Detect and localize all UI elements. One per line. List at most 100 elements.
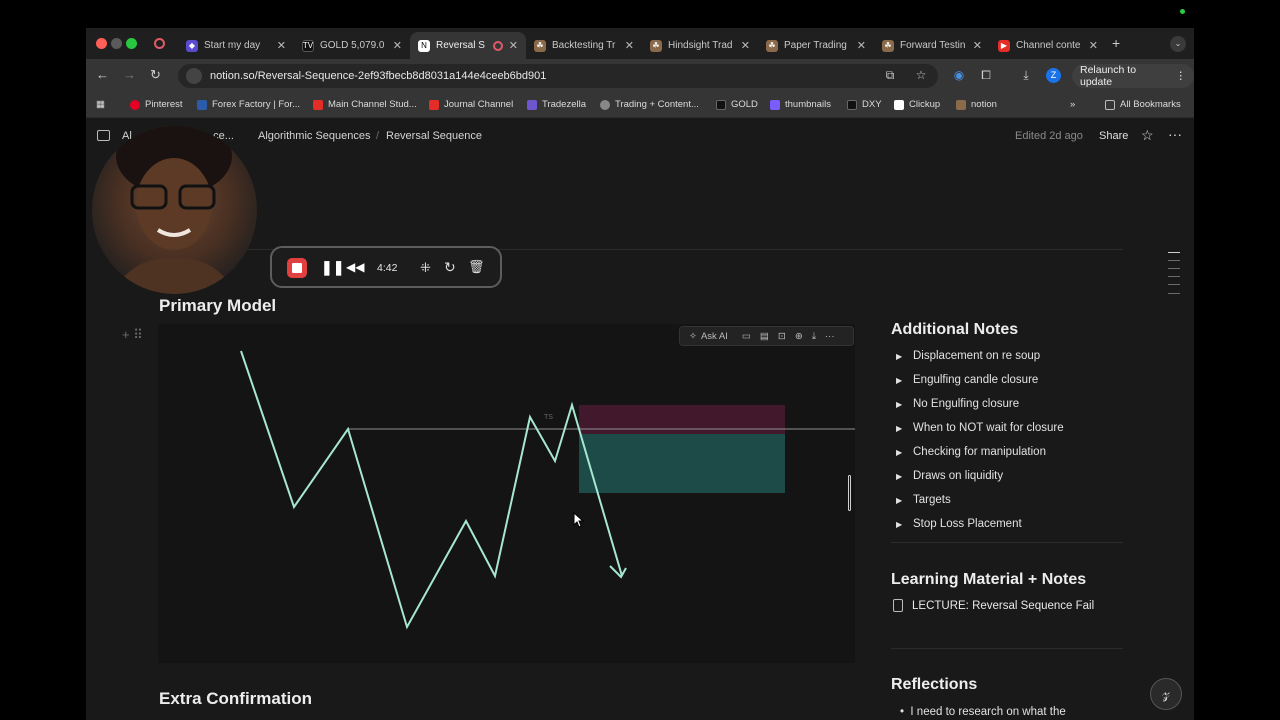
notion-ai-button[interactable]: 𝓏 (1150, 678, 1182, 710)
image-resize-handle[interactable] (848, 475, 851, 511)
toggle-triangle-icon[interactable]: ▶ (896, 472, 904, 481)
bookmark-thumbnails[interactable]: thumbnails (770, 99, 831, 110)
delete-icon[interactable]: 🗑 (468, 259, 485, 275)
toggle-label: No Engulfing closure (913, 398, 1020, 410)
ask-ai-button[interactable]: Ask AI (701, 331, 728, 342)
toc-marker[interactable] (1168, 276, 1180, 277)
toggle-triangle-icon[interactable]: ▶ (896, 496, 904, 505)
comment-icon[interactable]: ▭ (742, 331, 751, 342)
reversal-diagram-image[interactable]: TS (158, 324, 855, 663)
bookmark-trading-content[interactable]: Trading + Content... (600, 99, 699, 110)
download-icon[interactable]: ⤓ (812, 331, 816, 342)
all-bookmarks-button[interactable]: All Bookmarks (1105, 99, 1181, 110)
tab-reversal-sequence[interactable]: N Reversal S ✕ (410, 32, 526, 59)
youtube-icon (429, 99, 439, 110)
webcam-overlay[interactable] (92, 126, 257, 294)
install-app-icon[interactable]: ⧉ (883, 68, 897, 82)
bookmark-main-channel[interactable]: Main Channel Stud... (313, 99, 417, 110)
toggle-item[interactable]: ▶ Targets (896, 494, 951, 506)
toc-marker[interactable] (1168, 260, 1180, 261)
block-handle[interactable]: + ⠿ (122, 327, 143, 343)
close-tab-icon[interactable]: ✕ (973, 39, 982, 52)
caption-icon[interactable]: ▤ (760, 331, 769, 342)
maximize-window-button[interactable] (126, 38, 137, 49)
toggle-item[interactable]: ▶ Engulfing candle closure (896, 374, 1038, 386)
more-options-icon[interactable]: ··· (1168, 126, 1182, 142)
minimize-window-button[interactable] (111, 38, 122, 49)
close-window-button[interactable] (96, 38, 107, 49)
toggle-triangle-icon[interactable]: ▶ (896, 400, 904, 409)
close-tab-icon[interactable]: ✕ (625, 39, 634, 52)
tab-hindsight-trading[interactable]: ☘ Hindsight Trad ✕ (642, 32, 758, 59)
reflection-bullet[interactable]: • I need to research on what the (900, 706, 1066, 718)
toggle-item[interactable]: ▶ No Engulfing closure (896, 398, 1019, 410)
toggle-item[interactable]: ▶ Stop Loss Placement (896, 518, 1022, 530)
new-tab-button[interactable]: + (1112, 35, 1120, 51)
tab-backtesting[interactable]: ☘ Backtesting Tr ✕ (526, 32, 642, 59)
tab-search-icon[interactable]: ⌄ (1170, 36, 1186, 52)
bookmark-dxy[interactable]: DXY (847, 99, 882, 110)
bookmark-tradezella[interactable]: Tradezella (527, 99, 586, 110)
bookmark-gold[interactable]: GOLD (716, 99, 758, 110)
close-tab-icon[interactable]: ✕ (509, 39, 518, 52)
mouse-cursor-icon (573, 512, 585, 528)
toc-marker[interactable] (1168, 252, 1180, 253)
address-bar[interactable]: notion.so/Reversal-Sequence-2ef93fbecb8d… (178, 64, 938, 88)
stop-recording-button[interactable] (287, 258, 307, 278)
pause-icon[interactable]: ❚❚ (321, 259, 344, 276)
tab-gold[interactable]: TV GOLD 5,079.0 ✕ (294, 32, 410, 59)
extension-icon[interactable]: ◉ (952, 68, 966, 82)
toggle-item[interactable]: ▶ Displacement on re soup (896, 350, 1040, 362)
reload-icon[interactable]: ↻ (150, 67, 161, 83)
toggle-triangle-icon[interactable]: ▶ (896, 376, 904, 385)
zoom-icon[interactable]: ⊕ (795, 331, 803, 342)
toc-marker[interactable] (1168, 284, 1180, 285)
toggle-triangle-icon[interactable]: ▶ (896, 448, 904, 457)
bookmark-journal-channel[interactable]: Journal Channel (429, 99, 513, 110)
share-button[interactable]: Share (1099, 130, 1128, 142)
breadcrumb-reversal-sequence[interactable]: Reversal Sequence (386, 130, 482, 142)
close-tab-icon[interactable]: ✕ (393, 39, 402, 52)
favorite-star-icon[interactable]: ☆ (1141, 127, 1154, 144)
breadcrumb-algorithmic-sequences[interactable]: Algorithmic Sequences (258, 130, 371, 142)
more-icon[interactable]: ··· (825, 331, 835, 342)
bookmarks-overflow-icon[interactable]: » (1070, 99, 1075, 110)
toggle-item[interactable]: ▶ Checking for manipulation (896, 446, 1046, 458)
restart-icon[interactable]: ↻ (444, 259, 456, 276)
ask-ai-icon[interactable]: ✧ (689, 331, 697, 342)
relaunch-button[interactable]: Relaunch to update ⋮ (1072, 64, 1194, 88)
close-tab-icon[interactable]: ✕ (741, 39, 750, 52)
sidebar-toggle-icon[interactable] (97, 130, 110, 141)
profile-avatar[interactable]: Z (1046, 68, 1061, 83)
tab-paper-trading[interactable]: ☘ Paper Trading ✕ (758, 32, 874, 59)
forward-icon[interactable]: → (123, 67, 136, 82)
rewind-icon[interactable]: ◀◀ (346, 260, 364, 274)
grid-icon[interactable]: ⁜ (420, 260, 431, 276)
back-icon[interactable]: ← (96, 67, 109, 82)
close-tab-icon[interactable]: ✕ (1089, 39, 1098, 52)
toc-marker[interactable] (1168, 268, 1180, 269)
bookmark-pinterest[interactable]: Pinterest (130, 99, 183, 110)
bookmark-star-icon[interactable]: ☆ (914, 68, 928, 82)
bookmark-notion[interactable]: notion (956, 99, 997, 110)
toggle-label: Targets (913, 494, 951, 506)
crop-icon[interactable]: ⊡ (778, 331, 786, 342)
tab-forward-testing[interactable]: ☘ Forward Testin ✕ (874, 32, 990, 59)
extensions-puzzle-icon[interactable]: ⧠ (979, 68, 993, 82)
toggle-triangle-icon[interactable]: ▶ (896, 520, 904, 529)
toggle-triangle-icon[interactable]: ▶ (896, 352, 904, 361)
site-info-icon[interactable] (186, 68, 202, 84)
close-tab-icon[interactable]: ✕ (857, 39, 866, 52)
tab-start-my-day[interactable]: ◆ Start my day ✕ (178, 32, 294, 59)
lecture-page-link[interactable]: LECTURE: Reversal Sequence Fail (893, 599, 1094, 612)
bookmark-clickup[interactable]: Clickup (894, 99, 940, 110)
bookmark-forex-factory[interactable]: Forex Factory | For... (197, 99, 300, 110)
download-icon[interactable]: ⤓ (1019, 68, 1033, 82)
toc-marker[interactable] (1168, 293, 1180, 294)
toggle-item[interactable]: ▶ When to NOT wait for closure (896, 422, 1064, 434)
toggle-item[interactable]: ▶ Draws on liquidity (896, 470, 1003, 482)
tab-channel-content[interactable]: ▶ Channel conte ✕ (990, 32, 1106, 59)
toggle-triangle-icon[interactable]: ▶ (896, 424, 904, 433)
apps-grid-icon[interactable]: ▦ (96, 99, 105, 110)
close-tab-icon[interactable]: ✕ (277, 39, 286, 52)
